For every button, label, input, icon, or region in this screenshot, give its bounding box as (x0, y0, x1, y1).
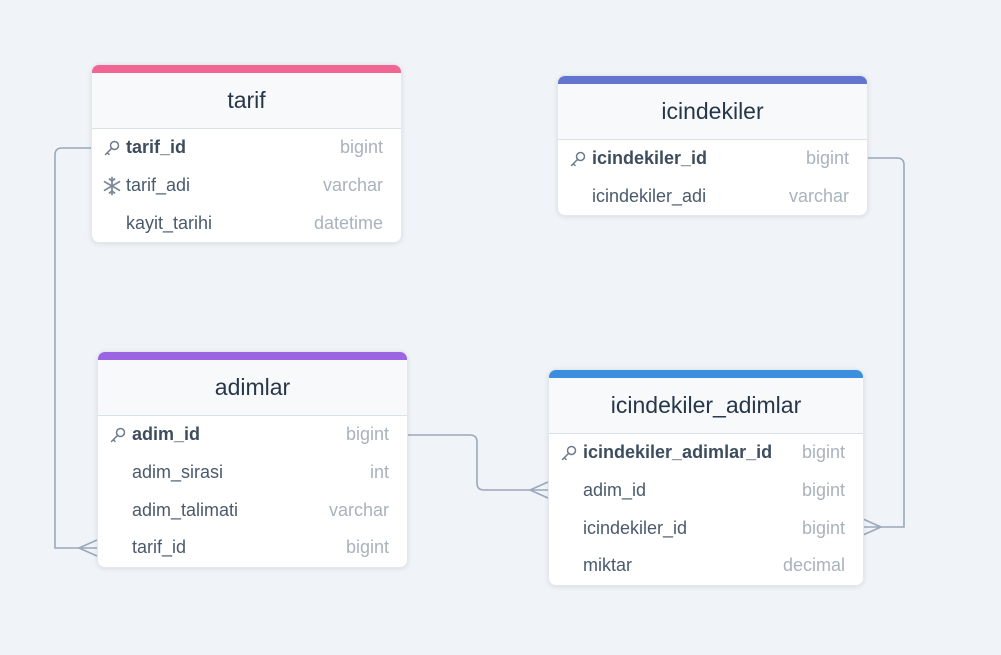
field-type: bigint (339, 137, 383, 158)
field-name: adim_sirasi (132, 462, 224, 483)
field-icon-empty (106, 536, 130, 560)
field-row-icindekiler-adimlar-id[interactable]: icindekiler_adimlar_id bigint (549, 434, 863, 472)
table-adimlar[interactable]: adimlar adim_id bigint adim_sirasi int a… (97, 351, 408, 568)
field-row-icindekiler-id[interactable]: icindekiler_id bigint (549, 509, 863, 547)
table-tarif[interactable]: tarif tarif_id bigint tarif_adi varchar … (91, 64, 402, 244)
field-type: bigint (345, 424, 389, 445)
field-icon-empty (557, 516, 581, 540)
table-color-bar (549, 370, 863, 378)
field-row-tarif-adi[interactable]: tarif_adi varchar (92, 167, 401, 205)
table-color-bar (98, 352, 407, 360)
field-type: bigint (801, 442, 845, 463)
table-title: icindekiler_adimlar (610, 392, 802, 418)
field-list: icindekiler_adimlar_id bigint adim_id bi… (549, 434, 863, 585)
table-title: adimlar (214, 374, 291, 400)
field-icon-empty (566, 185, 590, 209)
relationship-adimlar-icindekiler-adimlar[interactable] (407, 434, 548, 491)
table-header[interactable]: icindekiler (558, 84, 867, 140)
field-name: icindekiler_id (583, 517, 688, 538)
field-type: varchar (328, 499, 389, 520)
key-icon (100, 136, 124, 160)
table-title: tarif (227, 87, 266, 113)
field-name: icindekiler_adimlar_id (583, 442, 773, 463)
field-name: icindekiler_id (592, 148, 708, 169)
field-type: bigint (801, 480, 845, 501)
field-list: icindekiler_id bigint icindekiler_adi va… (558, 140, 867, 215)
field-name: tarif_id (132, 537, 187, 558)
table-title: icindekiler (661, 98, 764, 124)
field-icon-empty (106, 461, 130, 485)
field-row-tarif-id[interactable]: tarif_id bigint (92, 129, 401, 167)
table-header[interactable]: adimlar (98, 360, 407, 416)
field-icon-empty (557, 479, 581, 503)
field-icon-empty (100, 211, 124, 235)
field-type: varchar (322, 175, 383, 196)
table-icindekiler[interactable]: icindekiler icindekiler_id bigint icinde… (557, 75, 868, 217)
field-type: decimal (782, 555, 845, 576)
field-name: kayit_tarihi (126, 212, 213, 233)
field-type: varchar (788, 186, 849, 207)
snowflake-icon (100, 174, 124, 198)
key-icon (557, 441, 581, 465)
key-icon (566, 147, 590, 171)
field-row-icindekiler-id[interactable]: icindekiler_id bigint (558, 140, 867, 178)
field-type: bigint (801, 517, 845, 538)
field-row-tarif-id[interactable]: tarif_id bigint (98, 529, 407, 567)
field-list: adim_id bigint adim_sirasi int adim_tali… (98, 416, 407, 567)
field-name: adim_talimati (132, 499, 239, 520)
key-icon (106, 423, 130, 447)
field-row-adim-talimati[interactable]: adim_talimati varchar (98, 491, 407, 529)
field-list: tarif_id bigint tarif_adi varchar kayit_… (92, 129, 401, 242)
field-icon-empty (557, 554, 581, 578)
field-type: datetime (313, 212, 383, 233)
field-name: adim_id (583, 480, 647, 501)
table-color-bar (558, 76, 867, 84)
field-type: bigint (805, 148, 849, 169)
table-header[interactable]: icindekiler_adimlar (549, 378, 863, 434)
field-name: icindekiler_adi (592, 186, 707, 207)
field-row-kayit-tarihi[interactable]: kayit_tarihi datetime (92, 204, 401, 242)
field-name: adim_id (132, 424, 201, 445)
field-row-miktar[interactable]: miktar decimal (549, 547, 863, 585)
field-icon-empty (106, 498, 130, 522)
field-row-adim-id[interactable]: adim_id bigint (98, 416, 407, 454)
table-header[interactable]: tarif (92, 73, 401, 129)
field-type: int (369, 462, 389, 483)
field-name: miktar (583, 555, 632, 576)
field-name: tarif_id (126, 137, 187, 158)
table-icindekiler-adimlar[interactable]: icindekiler_adimlar icindekiler_adimlar_… (548, 369, 864, 586)
field-row-adim-id[interactable]: adim_id bigint (549, 472, 863, 510)
field-row-adim-sirasi[interactable]: adim_sirasi int (98, 454, 407, 492)
field-row-icindekiler-adi[interactable]: icindekiler_adi varchar (558, 178, 867, 216)
field-name: tarif_adi (126, 175, 191, 196)
field-type: bigint (345, 537, 389, 558)
relationship-icindekiler-icindekiler-adimlar[interactable] (863, 157, 905, 528)
table-color-bar (92, 65, 401, 73)
